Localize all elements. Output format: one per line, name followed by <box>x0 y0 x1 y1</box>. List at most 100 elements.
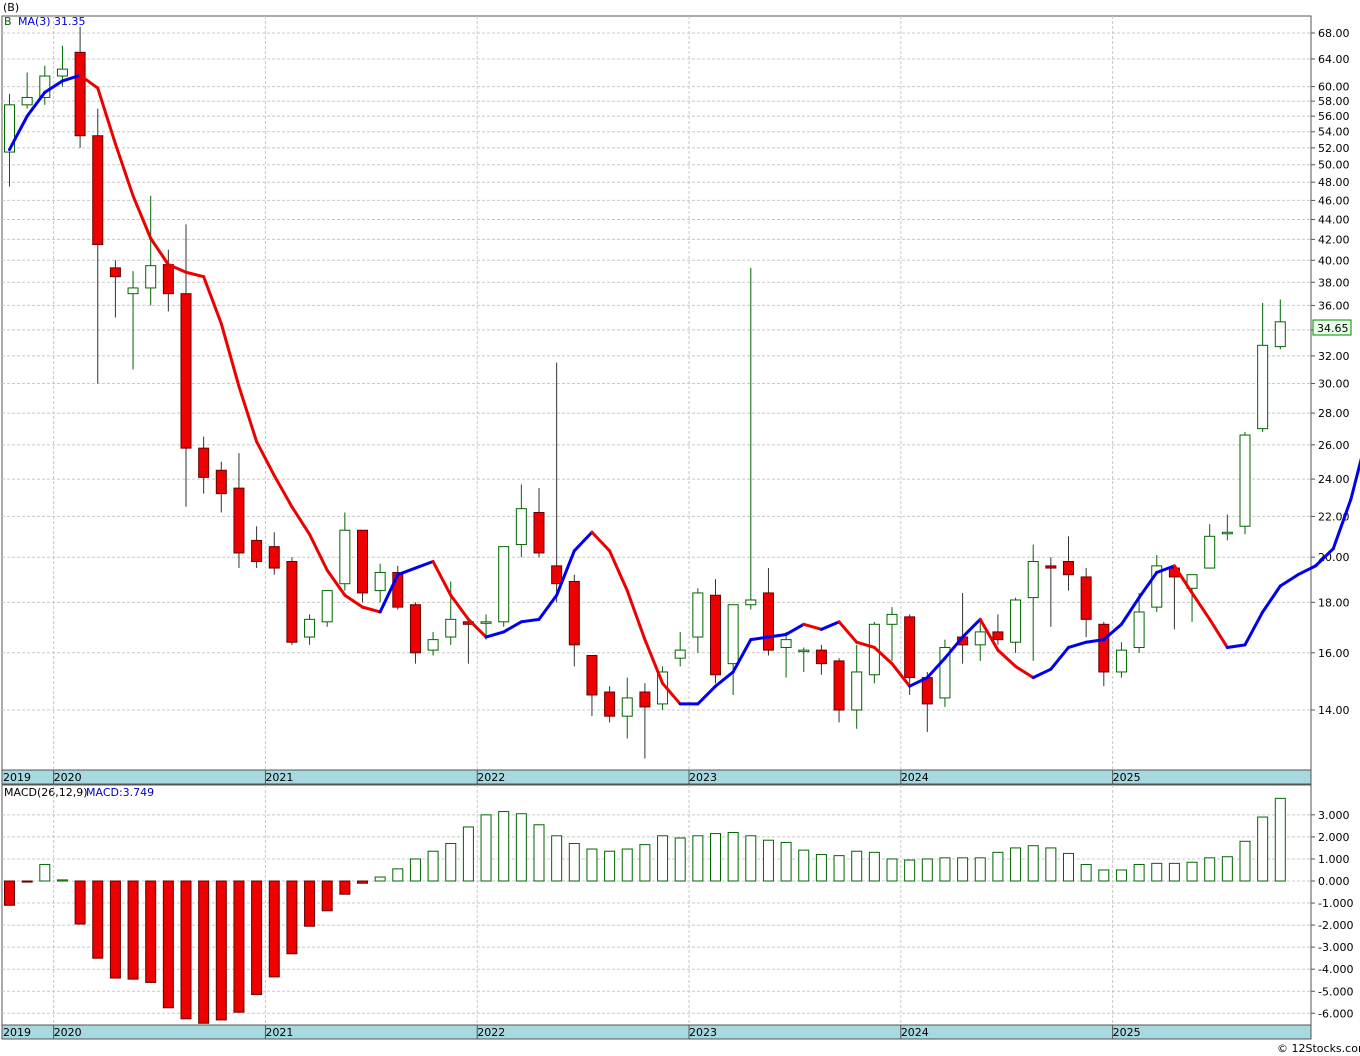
macd-bar <box>727 831 739 882</box>
candle-body <box>109 267 121 278</box>
candle <box>939 639 951 707</box>
candle-body <box>727 604 739 665</box>
legend-symbol: B <box>4 15 12 28</box>
macd-tick-label: -3.000 <box>1318 941 1353 954</box>
price-tick-label: 38.00 <box>1318 276 1350 289</box>
candle-body <box>674 649 686 659</box>
candle <box>357 529 368 603</box>
candle-body <box>533 512 545 554</box>
price-tick-label: 48.00 <box>1318 176 1350 189</box>
candle-body <box>921 677 933 705</box>
macd-value-label: MACD:3.749 <box>86 786 154 799</box>
price-tick-label: 46.00 <box>1318 194 1350 207</box>
macd-tick-label: -1.000 <box>1318 897 1353 910</box>
candle-body <box>92 135 104 246</box>
macd-bar <box>815 854 827 882</box>
candle-body <box>304 618 316 638</box>
macd-bar <box>21 880 33 883</box>
macd-tick-label: 3.000 <box>1318 809 1350 822</box>
macd-bar <box>1221 856 1233 882</box>
price-tick-label: 28.00 <box>1318 407 1350 420</box>
macd-bar <box>674 837 686 882</box>
year-label: 2022 <box>477 771 505 784</box>
macd-tick-label: 1.000 <box>1318 853 1350 866</box>
candle-body <box>710 594 721 676</box>
year-label: 2025 <box>1113 1026 1141 1039</box>
macd-bar <box>568 843 580 882</box>
year-label: 2019 <box>3 1026 31 1039</box>
year-label: 2021 <box>265 771 293 784</box>
macd-bar <box>1274 797 1286 882</box>
year-label: 2025 <box>1113 771 1141 784</box>
price-tick-label: 50.00 <box>1318 159 1350 172</box>
candle-body <box>586 654 598 696</box>
macd-bar <box>868 851 880 882</box>
macd-bar <box>39 863 51 882</box>
macd-bar <box>1027 845 1039 882</box>
candle-body <box>56 68 68 77</box>
macd-tick-label: 0.000 <box>1318 875 1350 888</box>
candle-body <box>21 96 33 106</box>
year-label: 2024 <box>901 771 929 784</box>
price-tick-label: 26.00 <box>1318 439 1350 452</box>
macd-bar <box>604 850 616 882</box>
price-tick-label: 18.00 <box>1318 596 1350 609</box>
candle-body <box>251 539 263 563</box>
macd-bar <box>374 876 386 882</box>
macd-bar <box>551 835 563 882</box>
macd-bar <box>974 857 986 882</box>
candle-body <box>1204 535 1216 569</box>
macd-bar <box>639 844 651 882</box>
candle-body <box>815 649 827 665</box>
candle-body <box>515 508 527 546</box>
macd-bar <box>74 880 86 925</box>
macd-bar <box>1168 862 1180 882</box>
candle-body <box>321 590 333 623</box>
macd-bar <box>657 835 669 882</box>
macd-bar <box>445 843 457 882</box>
year-label: 2022 <box>477 1026 505 1039</box>
candle-body <box>762 592 774 651</box>
macd-bar <box>392 868 404 882</box>
candle-body <box>286 561 298 643</box>
macd-label: MACD(26,12,9) <box>4 786 88 799</box>
macd-tick-label: 2.000 <box>1318 831 1350 844</box>
candle-body <box>427 639 439 651</box>
price-tick-label: 30.00 <box>1318 378 1350 391</box>
price-tick-label: 58.00 <box>1318 95 1350 108</box>
macd-bar <box>533 824 545 882</box>
candle-body <box>233 487 245 554</box>
macd-bar <box>92 880 104 959</box>
candle-body <box>551 565 563 585</box>
candle-body <box>1098 623 1110 673</box>
candle-body <box>974 631 986 646</box>
price-tick-label: 36.00 <box>1318 299 1350 312</box>
macd-bar <box>939 857 951 882</box>
price-tick-label: 24.00 <box>1318 473 1350 486</box>
macd-bar <box>1115 869 1127 882</box>
candle-body <box>1274 321 1286 348</box>
candle-body <box>498 546 510 623</box>
candle-body <box>780 639 792 648</box>
price-tick-label: 40.00 <box>1318 254 1350 267</box>
macd-bar <box>480 814 492 882</box>
candle-body <box>1221 531 1233 535</box>
candle-body <box>180 293 192 449</box>
year-label: 2019 <box>3 771 31 784</box>
candle-body <box>992 631 1004 641</box>
macd-bar <box>268 880 280 978</box>
candle <box>498 546 510 627</box>
candle-body <box>357 529 368 594</box>
candle-body <box>1239 434 1251 527</box>
macd-bar <box>162 880 174 1009</box>
macd-bar <box>4 880 15 906</box>
candle-body <box>480 621 492 624</box>
macd-tick-label: -4.000 <box>1318 963 1353 976</box>
candle <box>1239 431 1251 535</box>
macd-bar <box>1133 863 1145 882</box>
macd-bar <box>145 880 157 983</box>
price-tick-label: 68.00 <box>1318 27 1350 40</box>
candle-body <box>851 671 863 711</box>
macd-bar <box>1098 869 1110 882</box>
macd-bar <box>886 858 898 882</box>
